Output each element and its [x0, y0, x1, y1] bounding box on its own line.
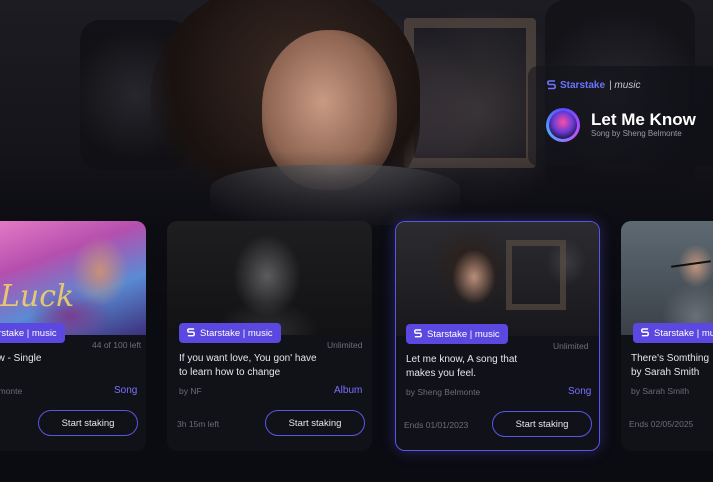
stake-card[interactable]: Luck Starstake | music 44 of 100 left ow…: [0, 221, 146, 451]
end-date-text: Ends 01/01/2023: [404, 420, 469, 430]
starstake-music-badge: Starstake | music: [633, 323, 713, 343]
card-artist: by Sarah Smith: [631, 386, 690, 396]
song-title: Let Me Know: [591, 110, 696, 129]
picture-frame-image: [404, 18, 536, 168]
starstake-logo-icon: [187, 328, 195, 337]
card-title: ow - Single: [0, 353, 42, 364]
card-kind: Song: [114, 385, 138, 396]
starstake-logo-icon: [414, 329, 422, 338]
starstake-music-badge: Starstake | music: [406, 324, 508, 344]
starstake-music-badge: Starstake | music: [0, 323, 65, 343]
album-cover-image: [396, 222, 599, 336]
card-kind: Album: [334, 385, 363, 396]
card-artist: by Sheng Belmonte: [406, 387, 481, 397]
stake-card[interactable]: Starstake | music There's Somthing by Sa…: [621, 221, 713, 451]
start-staking-button[interactable]: Start staking: [492, 411, 592, 437]
album-cover-image: Luck: [0, 221, 146, 335]
availability-text: Unlimited: [327, 340, 363, 350]
end-date-text: Ends 02/05/2025: [629, 419, 694, 429]
brand-name: Starstake: [560, 80, 606, 91]
brand-section: | music: [609, 80, 641, 91]
card-artist: by NF: [179, 386, 202, 396]
song-subtitle: Song by Sheng Belmonte: [591, 129, 682, 138]
card-artist: elmonte: [0, 386, 23, 396]
brand-label: Starstake | music: [547, 80, 641, 91]
stake-card[interactable]: Starstake | music Unlimited If you want …: [167, 221, 372, 451]
start-staking-button[interactable]: Start staking: [265, 410, 365, 436]
time-remaining-text: 3h 15m left: [177, 419, 220, 429]
starstake-logo-icon: [547, 80, 556, 90]
card-title: If you want love, You gon' have to learn…: [179, 353, 317, 378]
starstake-music-badge: Starstake | music: [179, 323, 281, 343]
availability-text: 44 of 100 left: [92, 340, 142, 350]
card-title: There's Somthing by Sarah Smith: [631, 353, 710, 378]
card-title: Let me know, A song that makes you feel.: [406, 354, 518, 379]
stake-card-selected[interactable]: Starstake | music Unlimited Let me know,…: [395, 221, 600, 451]
card-kind: Song: [568, 386, 592, 397]
album-cover-image: [621, 221, 713, 335]
microphone-image: [671, 260, 711, 268]
album-cover-image: [167, 221, 372, 335]
artist-avatar[interactable]: [546, 108, 580, 142]
starstake-logo-icon: [641, 328, 649, 337]
availability-text: Unlimited: [553, 341, 589, 351]
start-staking-button[interactable]: Start staking: [38, 410, 138, 436]
